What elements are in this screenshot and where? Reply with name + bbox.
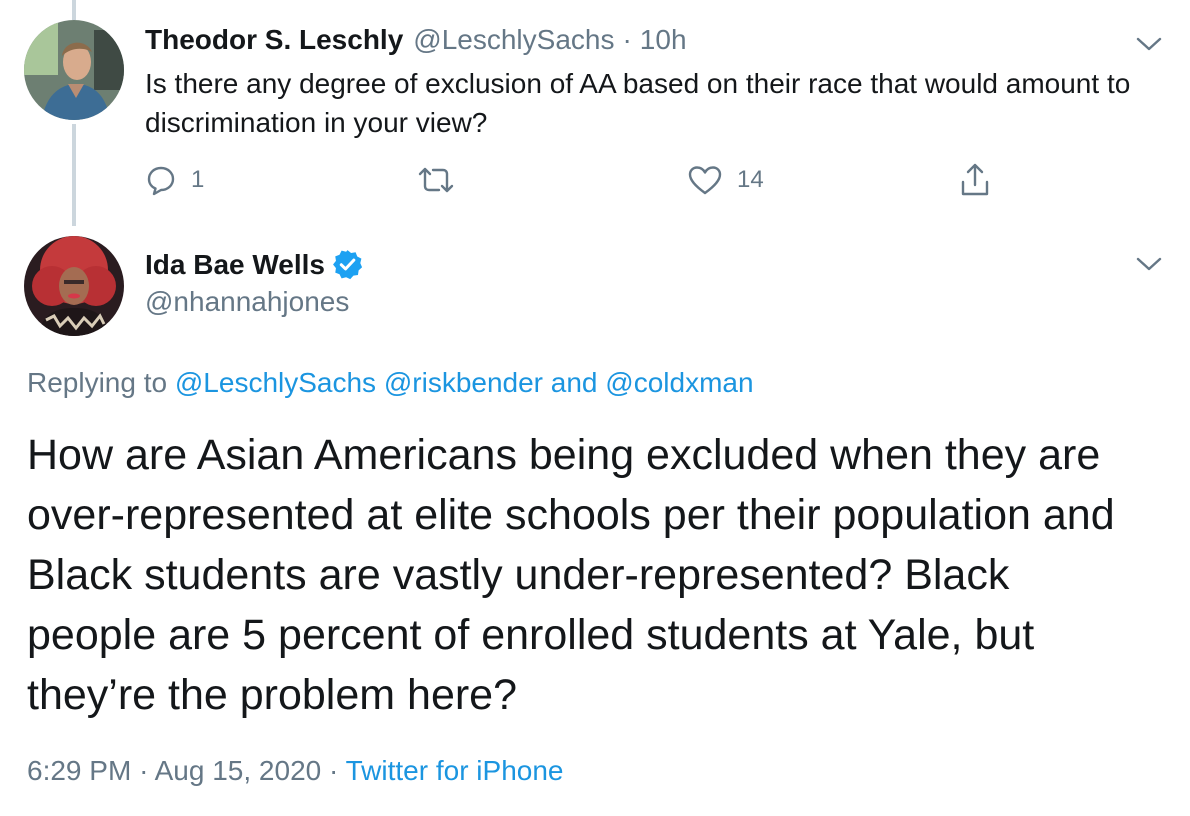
tweet1-handle[interactable]: @LeschlySachs	[413, 24, 614, 56]
avatar-leschly[interactable]	[24, 20, 124, 120]
mention-joiner: and	[550, 367, 598, 398]
verified-icon	[333, 250, 363, 280]
share-button[interactable]	[959, 158, 991, 202]
tweet2-text: How are Asian Americans being excluded w…	[27, 431, 1115, 719]
thread-line-connector	[72, 124, 76, 226]
reply-button[interactable]: 1	[145, 158, 204, 202]
tweet1-header: Theodor S. Leschly @LeschlySachs · 10h	[145, 24, 687, 56]
avatar-leschly-image	[24, 20, 124, 120]
tweet2-date[interactable]: Aug 15, 2020	[155, 755, 322, 786]
like-icon	[688, 166, 722, 195]
tweet1-timestamp[interactable]: 10h	[640, 24, 687, 56]
meta-separator-1: ·	[139, 755, 149, 786]
reply-icon	[147, 166, 175, 196]
tweet1-separator: ·	[622, 24, 632, 55]
retweet-button[interactable]	[417, 158, 469, 202]
retweet-icon	[418, 167, 454, 193]
tweet1-text: Is there any degree of exclusion of AA b…	[145, 68, 1131, 138]
reply-count: 1	[191, 166, 205, 193]
chevron-down-icon[interactable]	[1136, 256, 1162, 272]
tweet1-actions: 1 14	[145, 158, 1005, 202]
meta-separator-2: ·	[329, 755, 339, 786]
avatar-nhannahjones-image	[24, 236, 124, 336]
tweet2-source[interactable]: Twitter for iPhone	[346, 755, 564, 786]
tweet2-header: Ida Bae Wells	[145, 248, 364, 281]
mention-leschlysachs[interactable]: @LeschlySachs	[175, 367, 376, 398]
thread-line-top	[72, 0, 76, 20]
mention-coldxman[interactable]: @coldxman	[605, 367, 753, 398]
tweet2-meta: 6:29 PM · Aug 15, 2020 · Twitter for iPh…	[27, 755, 563, 787]
tweet2-time[interactable]: 6:29 PM	[27, 755, 131, 786]
tweet1-display-name[interactable]: Theodor S. Leschly	[145, 24, 403, 56]
like-count: 14	[737, 166, 764, 193]
chevron-down-icon[interactable]	[1136, 36, 1162, 52]
share-icon	[961, 163, 989, 196]
tweet2-handle[interactable]: @nhannahjones	[145, 286, 349, 318]
replying-to-label: Replying to	[27, 367, 168, 398]
replying-to: Replying to @LeschlySachs @riskbender an…	[27, 367, 754, 399]
tweet2-display-name[interactable]: Ida Bae Wells	[145, 249, 325, 281]
like-button[interactable]: 14	[687, 158, 764, 202]
avatar-nhannahjones[interactable]	[24, 236, 124, 336]
mention-riskbender[interactable]: @riskbender	[384, 367, 543, 398]
